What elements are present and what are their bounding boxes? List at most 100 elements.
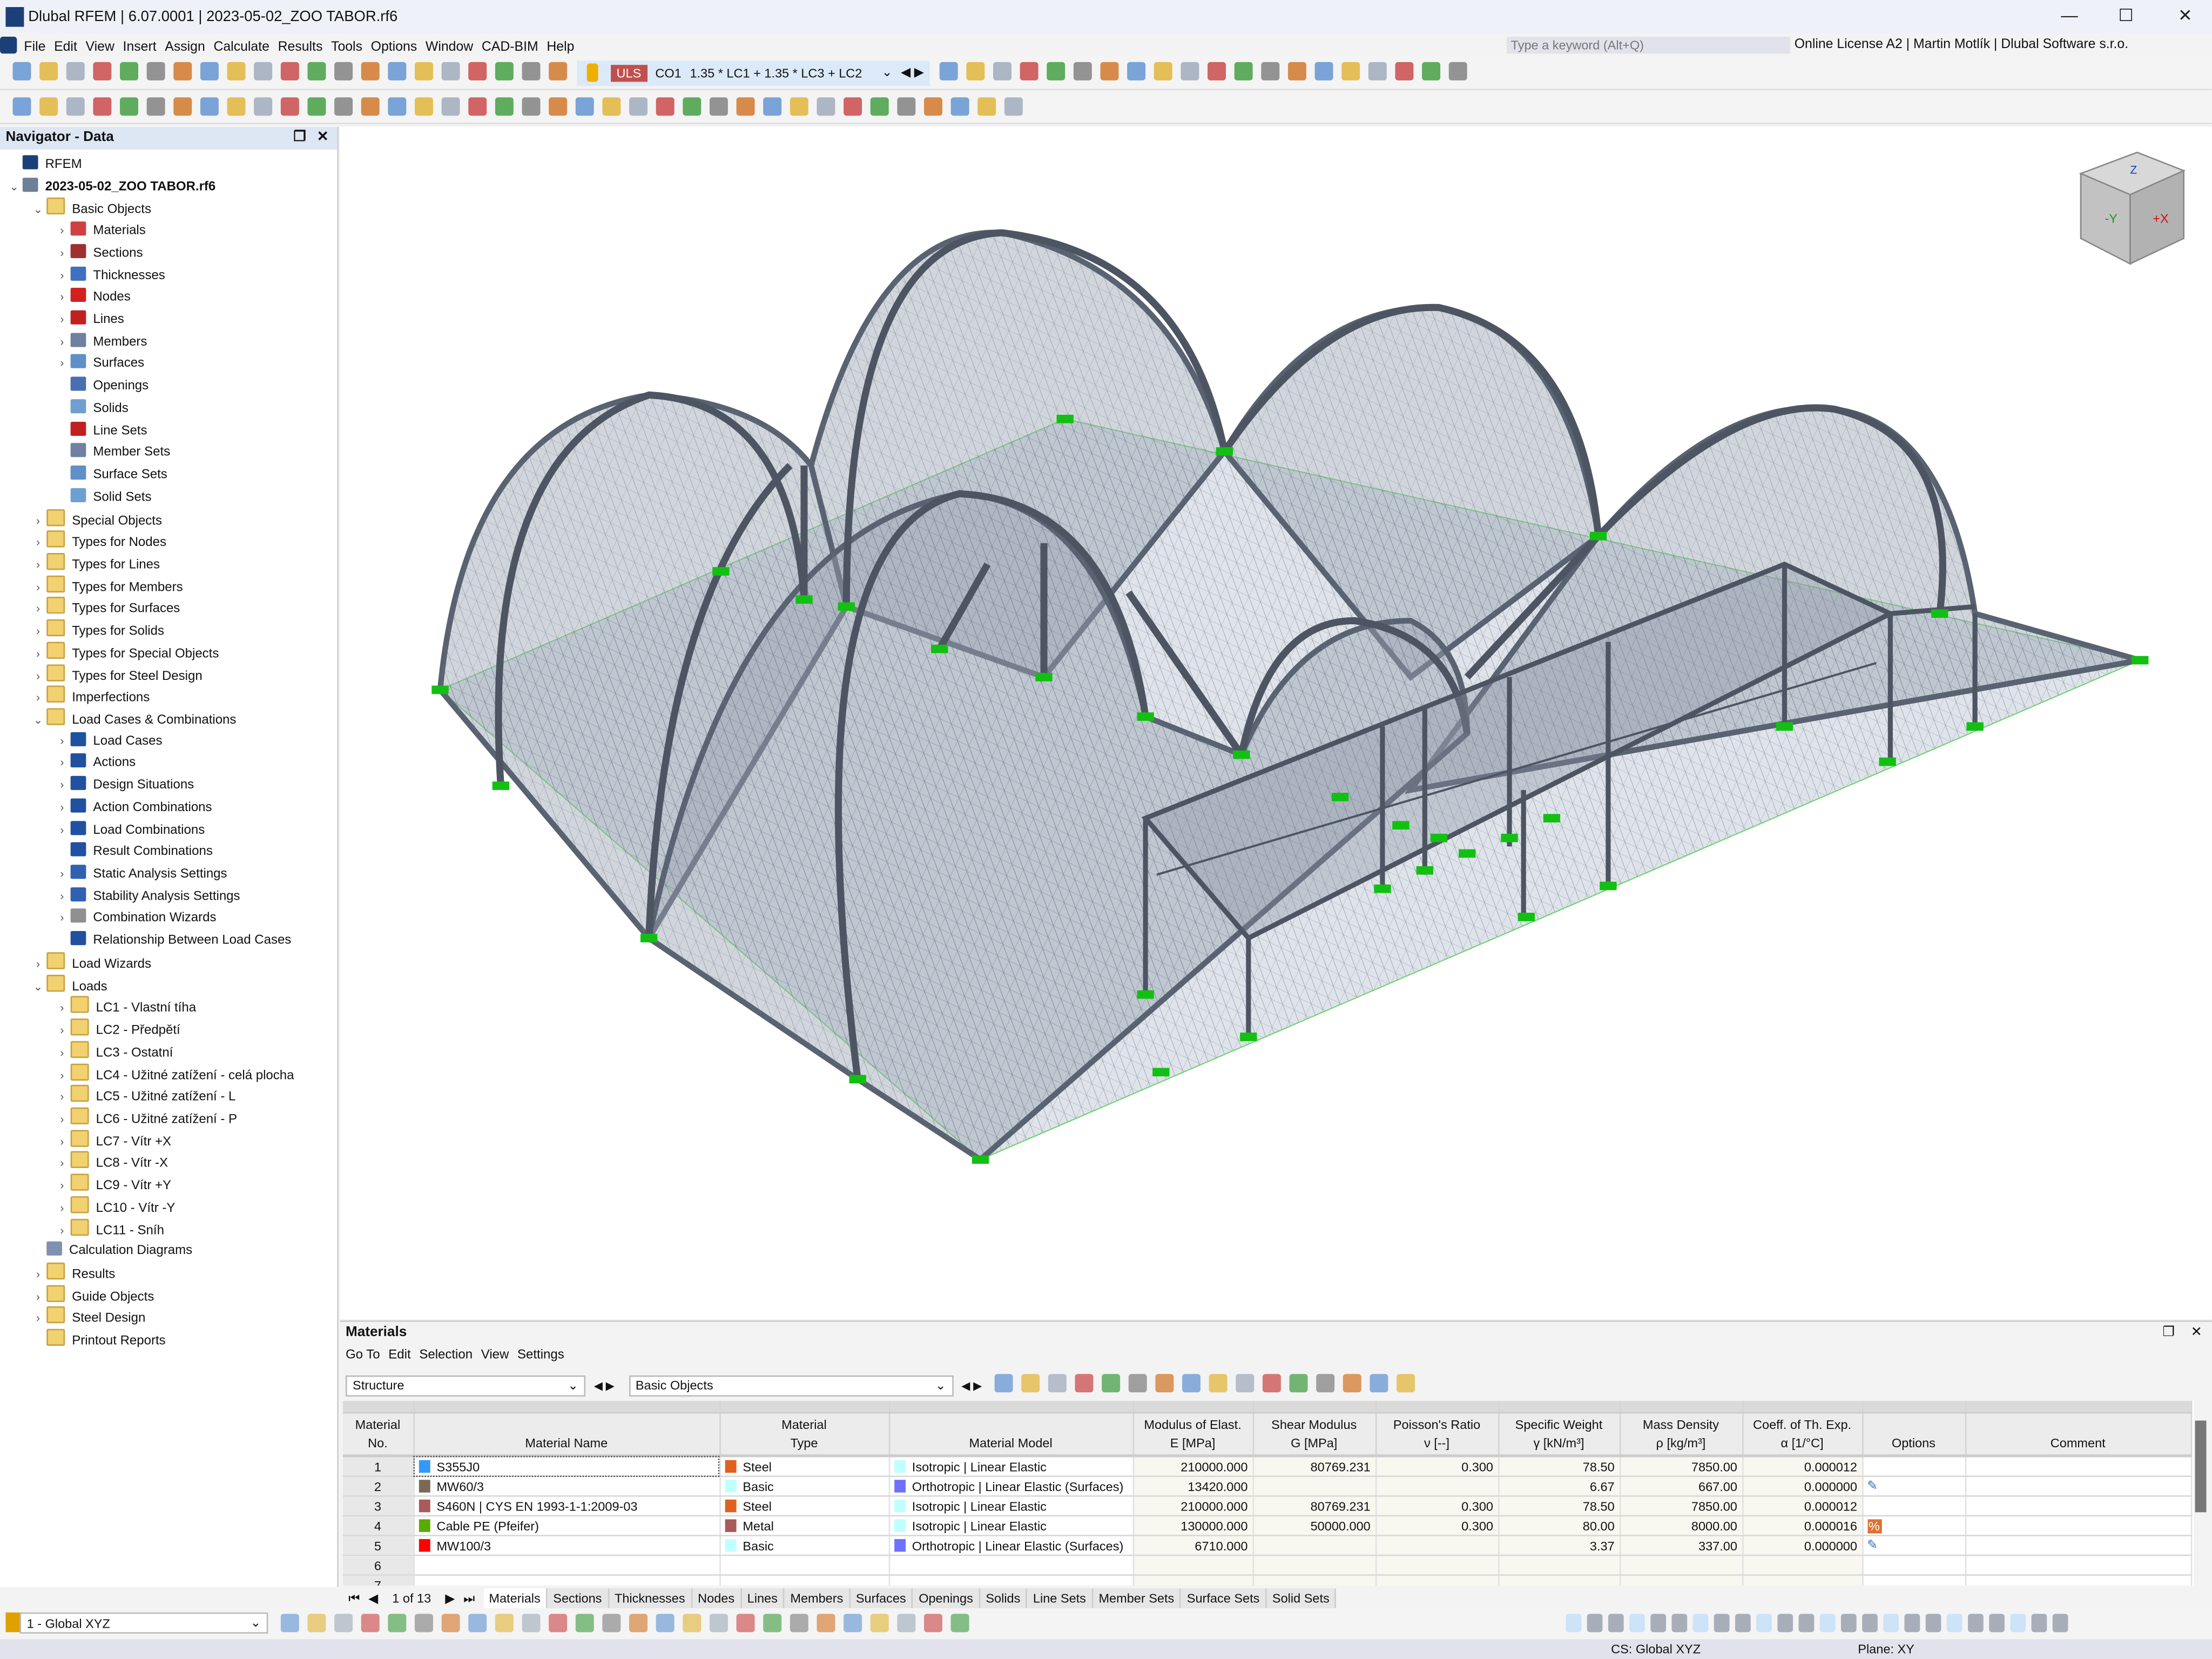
node-numbering-icon[interactable] [993,61,1011,80]
frame-icon[interactable] [549,97,568,116]
nav-item-rfem[interactable]: RFEM [5,154,82,175]
support-marker[interactable] [1416,866,1433,875]
nav-item-result-combinations[interactable]: Result Combinations [53,841,213,862]
material-model-cell[interactable] [888,1575,1134,1586]
section-icon[interactable] [897,1614,916,1633]
options-cell[interactable] [1862,1496,1966,1517]
nav-item-types-for-special-objects[interactable]: › Types for Special Objects [30,642,219,663]
filter-icon[interactable] [939,61,958,80]
formula-icon[interactable] [1263,1374,1282,1393]
axis-y-icon[interactable] [1207,61,1226,80]
nav-item-loads[interactable]: ⌄ Loads [30,974,107,995]
column-header[interactable]: Options [1862,1413,1966,1458]
comment-cell[interactable] [1965,1455,2192,1477]
support-marker[interactable] [1879,757,1896,766]
nav-item-stability-analysis-settings[interactable]: › Stability Analysis Settings [53,886,240,907]
collapsed-chevron-icon[interactable]: › [53,1064,70,1085]
edit-formula-icon[interactable] [1289,1374,1308,1393]
expanded-chevron-icon[interactable]: ⌄ [30,976,46,997]
member-load-icon[interactable] [388,97,407,116]
nav-item-members[interactable]: › Members [53,331,147,352]
move-view-icon[interactable] [817,1614,835,1633]
nav-item-member-sets[interactable]: Member Sets [53,442,170,463]
column-header[interactable]: Material Model [888,1413,1134,1458]
column-header[interactable]: Shear Modulus G [MPa] [1252,1413,1377,1458]
table2-icon[interactable] [334,61,353,80]
value-alpha[interactable]: 0.000012 [1742,1496,1863,1517]
tab-openings[interactable]: Openings [913,1588,980,1609]
mesh-icon[interactable] [1421,61,1440,80]
new-grid-icon[interactable] [1587,1614,1603,1633]
delete-icon[interactable] [977,97,996,116]
nav-item-sections[interactable]: › Sections [53,242,143,264]
fx-icon[interactable] [1316,1374,1335,1393]
grid-lines-icon[interactable] [1989,1614,2005,1633]
tab-sections[interactable]: Sections [547,1588,609,1609]
value-alpha[interactable]: 0.000016 [1742,1515,1863,1536]
nav-item-2023-05-02-zoo-tabor-rf6[interactable]: ⌄ 2023-05-02_ZOO TABOR.rf6 [5,176,215,197]
support-marker[interactable] [1374,884,1391,893]
solid-icon[interactable] [629,97,648,116]
options-cell[interactable]: % [1862,1515,1966,1536]
support-marker[interactable] [1240,1033,1257,1041]
center-icon[interactable] [1883,1614,1899,1633]
tab-materials[interactable]: Materials [483,1588,548,1609]
move-view-icon[interactable] [280,1614,299,1633]
member-view-icon[interactable] [1395,61,1414,80]
tab-surface-sets[interactable]: Surface Sets [1181,1588,1267,1609]
column-header[interactable]: Material Type [719,1413,889,1458]
polyline-icon[interactable] [495,1614,514,1633]
collapsed-chevron-icon[interactable]: › [53,1087,70,1108]
edit-icon[interactable]: ✎ [1867,1479,1878,1493]
percent-icon[interactable]: % [1867,1519,1881,1533]
expanded-chevron-icon[interactable]: ⌄ [5,176,22,197]
rotate-icon[interactable] [923,97,942,116]
value-alpha[interactable]: 0.000000 [1742,1535,1863,1556]
rotate-view-icon[interactable] [844,1614,862,1633]
expanded-chevron-icon[interactable]: ⌄ [30,710,46,731]
support-marker[interactable] [1137,712,1154,721]
spline-icon[interactable] [790,1614,808,1633]
nav-item-types-for-lines[interactable]: › Types for Lines [30,552,160,574]
tab-line-sets[interactable]: Line Sets [1027,1588,1094,1609]
collapsed-chevron-icon[interactable]: › [30,577,46,598]
new-opening-icon[interactable] [227,97,246,116]
nav-item-solids[interactable]: Solids [53,397,129,419]
material-model-cell[interactable]: Isotropic | Linear Elastic [888,1515,1134,1536]
rib-icon[interactable] [763,97,782,116]
perpendicular-icon[interactable] [1798,1614,1815,1633]
hinge-icon[interactable] [146,97,165,116]
view-next-icon[interactable] [549,61,568,80]
collapsed-chevron-icon[interactable]: › [53,353,70,374]
zoom-icon[interactable] [870,1614,889,1633]
column-header[interactable]: Coeff. of Th. Exp. α [1/°C] [1742,1413,1863,1458]
material-name-cell[interactable]: S460N | CYS EN 1993-1-1:2009-03 [413,1496,720,1517]
snap-magnet-icon[interactable] [1692,1614,1709,1633]
menu-help[interactable]: Help [543,37,579,59]
menu-calculate[interactable]: Calculate [210,37,274,59]
surface-view-icon[interactable] [1341,61,1360,80]
collapsed-chevron-icon[interactable]: › [53,864,70,885]
solid-view-icon[interactable] [1314,61,1333,80]
materials-menu-go-to[interactable]: Go To [346,1347,380,1361]
support-marker[interactable] [1035,673,1053,682]
menu-edit[interactable]: Edit [50,37,81,59]
materials-menu-settings[interactable]: Settings [517,1347,564,1361]
support-marker[interactable] [431,685,449,694]
stiffener-icon[interactable] [736,97,755,116]
nav-item-printout-reports[interactable]: Printout Reports [30,1329,166,1350]
collapsed-chevron-icon[interactable]: › [53,331,70,352]
menu-assign[interactable]: Assign [160,37,209,59]
support-marker[interactable] [1152,1068,1170,1077]
collapsed-chevron-icon[interactable]: › [53,819,70,840]
render-icon[interactable] [1047,61,1065,80]
columns-icon[interactable] [1209,1374,1228,1393]
table-row[interactable]: 7 [342,1575,2192,1586]
object-snap-icon[interactable] [870,97,889,116]
value-rho[interactable] [1619,1555,1743,1576]
member-icon[interactable] [709,1614,728,1633]
polyline-icon[interactable] [763,1614,782,1633]
new-member-set-icon[interactable] [307,97,326,116]
collapsed-chevron-icon[interactable]: › [30,687,46,709]
rotate-view-icon[interactable] [307,1614,326,1633]
